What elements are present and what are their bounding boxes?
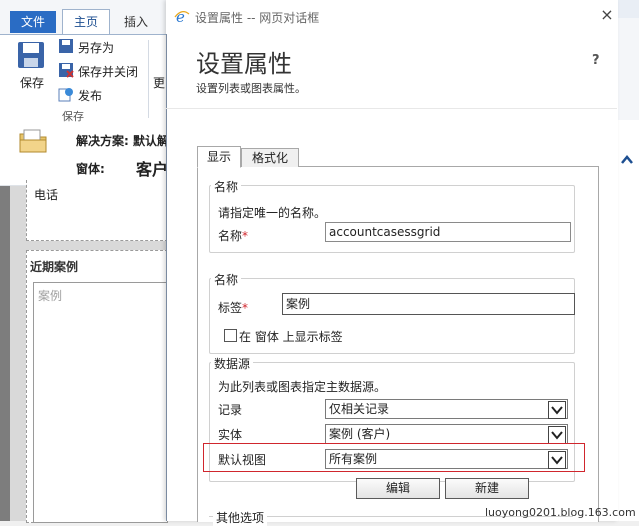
folder-icon: [19, 129, 47, 153]
tab-home[interactable]: 主页: [62, 9, 110, 34]
chevron-down-icon[interactable]: [548, 451, 566, 469]
page-subtitle: 设置列表或图表属性。: [196, 82, 306, 95]
datasource-description: 为此列表或图表指定主数据源。: [218, 380, 387, 394]
recent-cases-label: 近期案例: [30, 260, 79, 274]
show-label-checkbox[interactable]: [224, 329, 237, 342]
publish-icon[interactable]: [58, 86, 74, 102]
other-options-legend: 其他选项: [213, 509, 268, 526]
tab-insert[interactable]: 插入: [116, 11, 156, 33]
save-as-icon[interactable]: [58, 38, 74, 54]
new-button[interactable]: 新建: [445, 478, 529, 499]
default-view-label: 默认视图: [218, 453, 267, 467]
save-and-close-icon[interactable]: [58, 62, 74, 78]
entity-select[interactable]: 案例 (客户): [325, 424, 568, 444]
chevron-up-icon[interactable]: [619, 152, 635, 168]
tab-file[interactable]: 文件: [10, 11, 56, 33]
ribbon-separator: [148, 40, 149, 118]
required-marker: *: [242, 301, 249, 315]
header-divider: [166, 108, 617, 109]
watermark: luoyong0201.blog.163.com: [485, 506, 636, 519]
form-name: 客户: [136, 160, 169, 179]
label-field-label: 标签*: [218, 299, 248, 316]
name-input[interactable]: accountcasessgrid: [325, 222, 571, 242]
save-button[interactable]: 保存: [20, 74, 44, 91]
page-title: 设置属性: [196, 50, 292, 78]
edit-button[interactable]: 编辑: [356, 478, 440, 499]
name-group-legend: 名称: [211, 178, 242, 195]
svg-text:e: e: [176, 8, 185, 24]
name-group-description: 请指定唯一的名称。: [218, 206, 327, 220]
label-label-text: 标签: [218, 301, 243, 315]
form-label: 窗体:: [76, 162, 105, 176]
chevron-down-icon[interactable]: [548, 426, 566, 444]
ie-icon: e: [174, 8, 190, 24]
dialog-title: 设置属性 -- 网页对话框: [195, 11, 320, 25]
records-select[interactable]: 仅相关记录: [325, 399, 568, 419]
help-icon[interactable]: ?: [592, 53, 600, 68]
default-view-select-value: 所有案例: [329, 452, 378, 466]
name-field-label: 名称*: [218, 227, 248, 244]
subgrid-label: 案例: [38, 289, 63, 303]
tab-format[interactable]: 格式化: [241, 148, 299, 167]
save-icon[interactable]: [16, 40, 46, 70]
records-select-value: 仅相关记录: [329, 402, 390, 416]
solution-label: 解决方案: 默认解: [76, 134, 169, 148]
chevron-down-icon[interactable]: [548, 401, 566, 419]
label-group-legend: 名称: [211, 271, 242, 288]
save-and-close-button[interactable]: 保存并关闭: [78, 63, 138, 80]
datasource-group-legend: 数据源: [211, 355, 254, 372]
close-icon[interactable]: ×: [599, 6, 615, 24]
save-as-button[interactable]: 另存为: [78, 39, 114, 56]
more-button[interactable]: 更: [153, 74, 165, 91]
entity-select-value: 案例 (客户): [329, 427, 391, 441]
publish-button[interactable]: 发布: [78, 87, 102, 104]
ribbon-group-save-label: 保存: [62, 110, 84, 123]
entity-label: 实体: [218, 428, 243, 442]
tab-display[interactable]: 显示: [197, 146, 241, 168]
subgrid-placeholder[interactable]: [33, 282, 168, 523]
name-label-text: 名称: [218, 229, 243, 243]
show-label-checkbox-label[interactable]: 在 窗体 上显示标签: [239, 328, 343, 345]
label-input[interactable]: 案例: [282, 293, 575, 315]
default-view-select[interactable]: 所有案例: [325, 449, 568, 469]
phone-label: 电话: [34, 188, 59, 202]
right-scrollbar[interactable]: [617, 120, 639, 521]
records-label: 记录: [218, 403, 243, 417]
required-marker: *: [242, 229, 249, 243]
